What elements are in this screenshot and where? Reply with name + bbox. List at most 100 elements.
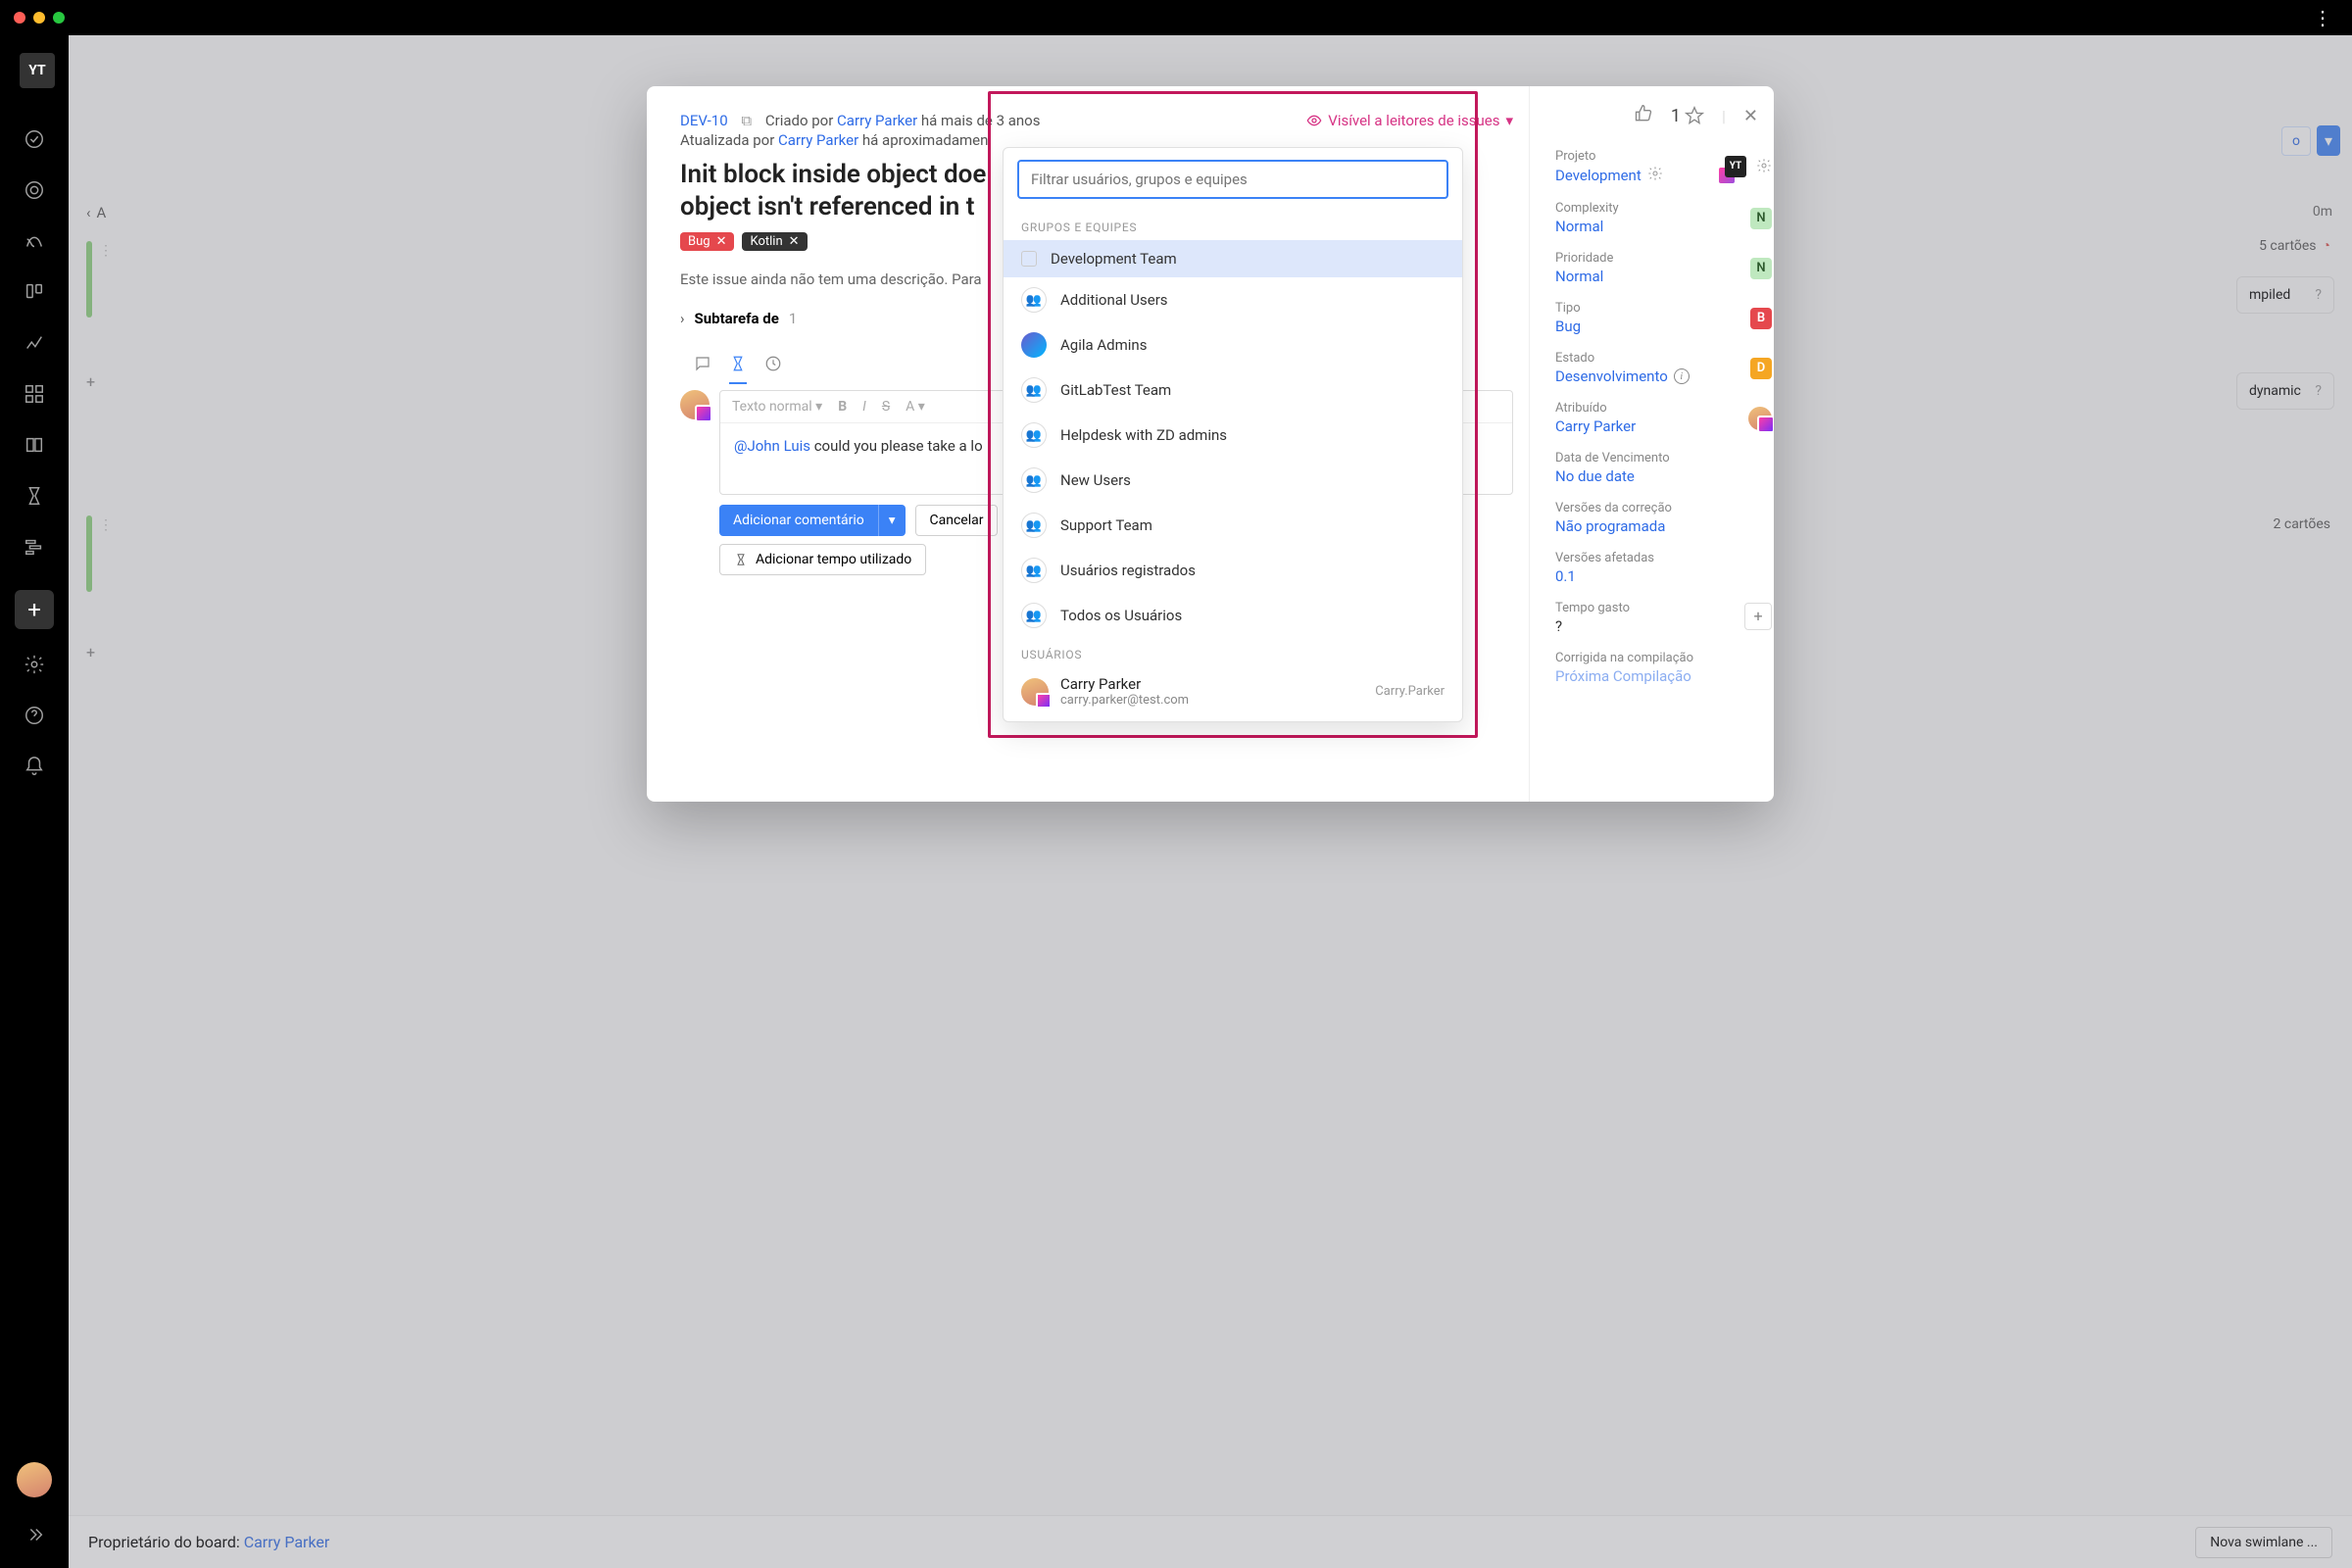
priority-badge: N xyxy=(1750,258,1772,279)
state-selector[interactable]: Desenvolvimentoi xyxy=(1555,368,1690,385)
updater-link[interactable]: Carry Parker xyxy=(778,131,858,149)
window-menu-icon[interactable]: ⋮ xyxy=(2307,6,2338,29)
close-button[interactable]: ✕ xyxy=(1743,106,1758,126)
group-option[interactable]: 👥GitLabTest Team xyxy=(1004,368,1462,413)
issue-id-link[interactable]: DEV-10 xyxy=(680,112,728,129)
info-icon[interactable]: i xyxy=(1674,368,1690,384)
collapse-sidebar-icon[interactable] xyxy=(15,1515,54,1554)
group-option[interactable]: 👥Usuários registrados xyxy=(1004,548,1462,593)
tab-comments-icon[interactable] xyxy=(694,355,711,384)
help-icon[interactable] xyxy=(15,696,54,735)
nav-activity-icon[interactable] xyxy=(15,221,54,261)
nav-reports-icon[interactable] xyxy=(15,323,54,363)
thumbs-up-icon[interactable] xyxy=(1634,104,1653,127)
star-count[interactable]: 1 xyxy=(1671,106,1704,126)
issue-meta-created: DEV-10 ⧉ Criado por Carry Parker há mais… xyxy=(680,112,1040,129)
traffic-close-icon[interactable] xyxy=(14,12,25,24)
groups-section-label: GRUPOS E EQUIPES xyxy=(1004,211,1462,240)
prop-label: Complexity xyxy=(1555,201,1619,216)
nav-checklist-icon[interactable] xyxy=(15,120,54,159)
nav-boards-icon[interactable] xyxy=(15,272,54,312)
group-option[interactable]: 👥Support Team xyxy=(1004,503,1462,548)
app-logo[interactable]: YT xyxy=(14,53,55,94)
app-sidebar: YT + xyxy=(0,35,69,1568)
fixed-in-selector[interactable]: Próxima Compilação xyxy=(1555,667,1772,685)
settings-icon[interactable] xyxy=(15,645,54,684)
main-area: ‹A o▾ 0m ⋮⋮ 5 cartões◔ mpiled? dynamic? … xyxy=(69,35,2352,1568)
cancel-button[interactable]: Cancelar xyxy=(915,505,999,536)
prop-label: Estado xyxy=(1555,351,1690,366)
project-logo-icon: YT xyxy=(1723,156,1746,179)
user-email: carry.parker@test.com xyxy=(1060,693,1189,708)
due-date-selector[interactable]: No due date xyxy=(1555,467,1772,485)
type-selector[interactable]: Bug xyxy=(1555,318,1581,335)
user-avatar[interactable] xyxy=(17,1462,52,1497)
tag-kotlin[interactable]: Kotlin✕ xyxy=(742,232,807,251)
gear-icon xyxy=(1647,166,1663,185)
notifications-icon[interactable] xyxy=(15,747,54,786)
affected-version-selector[interactable]: 0.1 xyxy=(1555,567,1772,585)
nav-timesheets-icon[interactable] xyxy=(15,476,54,515)
tab-worklog-icon[interactable] xyxy=(729,355,747,384)
checkbox-icon[interactable] xyxy=(1021,251,1037,267)
nav-projects-icon[interactable] xyxy=(15,374,54,414)
tag-bug[interactable]: Bug✕ xyxy=(680,232,734,251)
nav-gantt-icon[interactable] xyxy=(15,527,54,566)
color-button[interactable]: A ▾ xyxy=(906,399,925,415)
traffic-zoom-icon[interactable] xyxy=(53,12,65,24)
bold-button[interactable]: B xyxy=(838,399,847,415)
user-avatar-icon xyxy=(1021,678,1049,706)
add-time-button[interactable]: Adicionar tempo utilizado xyxy=(719,544,926,575)
user-option[interactable]: Carry Parker carry.parker@test.com Carry… xyxy=(1004,667,1462,715)
prop-label: Corrigida na compilação xyxy=(1555,651,1772,665)
remove-tag-icon: ✕ xyxy=(716,234,727,249)
group-option[interactable]: 👥Additional Users xyxy=(1004,277,1462,322)
project-selector[interactable]: Development xyxy=(1555,166,1663,185)
traffic-minimize-icon[interactable] xyxy=(33,12,45,24)
prop-label: Tempo gasto xyxy=(1555,601,1630,615)
group-option[interactable]: Development Team xyxy=(1004,240,1462,277)
prop-label: Tipo xyxy=(1555,301,1581,316)
prop-label: Atribuído xyxy=(1555,401,1636,416)
author-link[interactable]: Carry Parker xyxy=(837,112,917,129)
comment-author-avatar xyxy=(680,390,710,419)
add-comment-button[interactable]: Adicionar comentário xyxy=(719,505,878,536)
assignee-selector[interactable]: Carry Parker xyxy=(1555,417,1636,435)
mac-titlebar: ⋮ xyxy=(0,0,2352,35)
issue-properties-panel: 1 | ✕ Projeto Development YT xyxy=(1529,86,1774,802)
prop-label: Versões da correção xyxy=(1555,501,1772,515)
modal-overlay[interactable]: DEV-10 ⧉ Criado por Carry Parker há mais… xyxy=(69,35,2352,1568)
group-icon: 👥 xyxy=(1021,422,1047,448)
time-spent-value[interactable]: ? xyxy=(1555,617,1630,635)
create-button[interactable]: + xyxy=(15,590,54,629)
group-icon: 👥 xyxy=(1021,603,1047,628)
group-option[interactable]: 👥Todos os Usuários xyxy=(1004,593,1462,638)
add-comment-caret[interactable]: ▾ xyxy=(878,505,906,536)
strike-button[interactable]: S xyxy=(882,399,890,415)
team-avatar-icon xyxy=(1021,332,1047,358)
prop-label: Data de Vencimento xyxy=(1555,451,1772,466)
group-icon: 👥 xyxy=(1021,287,1047,313)
group-option[interactable]: 👥Helpdesk with ZD admins xyxy=(1004,413,1462,458)
prop-label: Versões afetadas xyxy=(1555,551,1772,565)
visibility-dropdown-panel: GRUPOS E EQUIPES Development Team 👥Addit… xyxy=(1003,147,1463,722)
italic-button[interactable]: I xyxy=(862,399,866,415)
prop-label: Prioridade xyxy=(1555,251,1613,266)
group-icon: 👥 xyxy=(1021,467,1047,493)
mention[interactable]: @John Luis xyxy=(734,437,810,455)
add-time-icon[interactable]: + xyxy=(1744,603,1772,630)
nav-dashboard-icon[interactable] xyxy=(15,171,54,210)
complexity-selector[interactable]: Normal xyxy=(1555,218,1619,235)
priority-selector[interactable]: Normal xyxy=(1555,268,1613,285)
copy-icon[interactable]: ⧉ xyxy=(741,112,752,129)
group-option[interactable]: 👥New Users xyxy=(1004,458,1462,503)
style-select[interactable]: Texto normal ▾ xyxy=(732,399,822,415)
issue-modal: DEV-10 ⧉ Criado por Carry Parker há mais… xyxy=(647,86,1774,802)
tab-history-icon[interactable] xyxy=(764,355,782,384)
fix-version-selector[interactable]: Não programada xyxy=(1555,517,1772,535)
group-option[interactable]: Agila Admins xyxy=(1004,322,1462,368)
group-icon: 👥 xyxy=(1021,513,1047,538)
panel-gear-icon[interactable] xyxy=(1756,158,1772,177)
nav-knowledge-icon[interactable] xyxy=(15,425,54,465)
filter-input[interactable] xyxy=(1017,160,1448,199)
